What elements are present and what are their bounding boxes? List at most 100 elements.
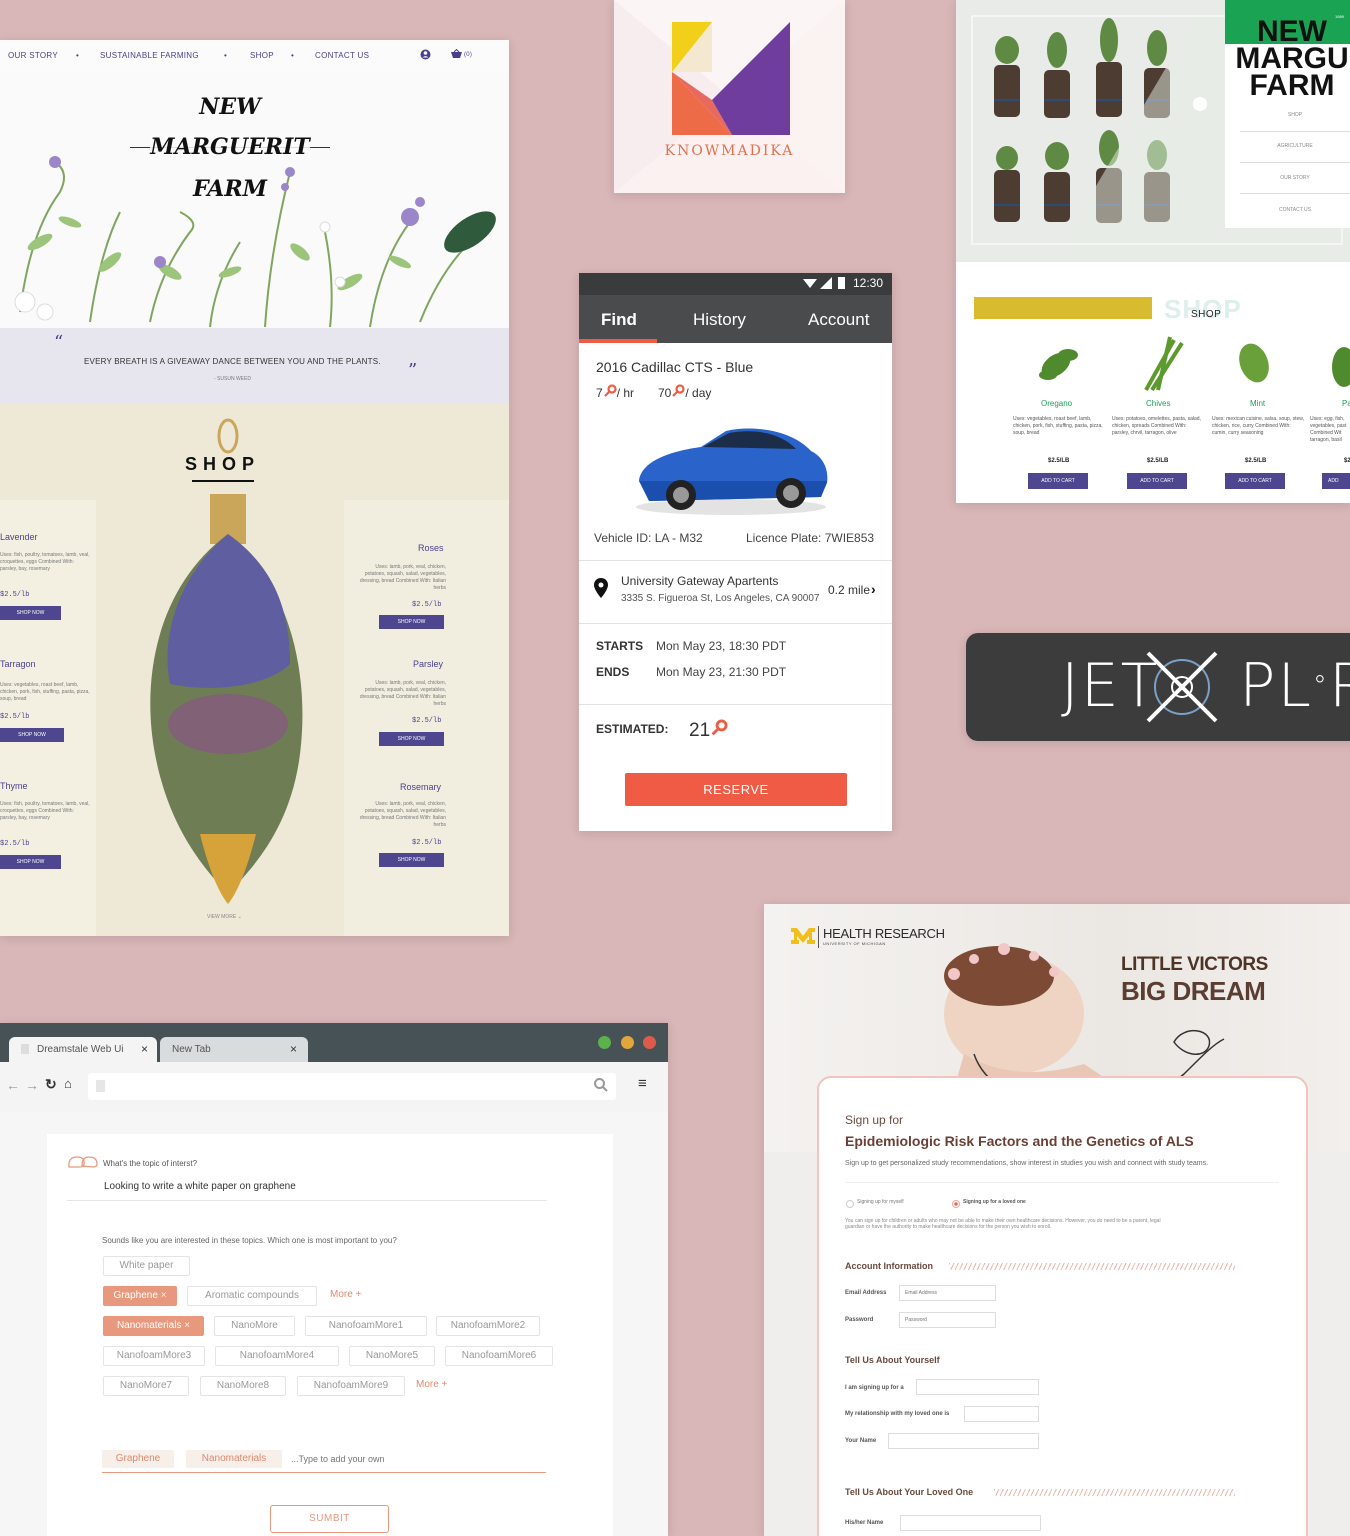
green-farm-website: 1989 NEW MARGU FARM SHOP AGRICULTURE OUR… [956,0,1350,503]
close-icon[interactable]: × [290,1042,297,1056]
forward-arrow-icon[interactable]: → [25,1077,39,1093]
tab-account[interactable]: Account [808,310,869,330]
topic-chip-selected[interactable]: Nanomaterials × [103,1316,204,1336]
headline-line1: LITTLE VICTORS [1121,954,1268,975]
loved-one-heading: Tell Us About Your Loved One [845,1487,974,1497]
product-desc: Uses: egg, fish, vegetables, past Combin… [1310,416,1347,443]
location-distance: 0.2 mile [828,583,871,597]
add-topic-underline [102,1472,546,1473]
topic-chip[interactable]: NanofoamMore9 [297,1376,405,1396]
selected-topic-tag[interactable]: Nanomaterials [186,1450,282,1468]
topic-chip[interactable]: NanofoamMore2 [436,1316,540,1336]
topic-chip[interactable]: Aromatic compounds [187,1286,317,1306]
university-m-logo-icon [791,926,815,946]
address-bar[interactable] [88,1073,616,1100]
user-icon[interactable] [420,49,431,62]
close-icon[interactable]: × [141,1042,148,1056]
tab-find-indicator [579,339,657,343]
logo-subtitle: UNIVERSITY OF MICHIGAN [823,941,886,946]
more-topics-link[interactable]: More + [416,1376,466,1394]
signing-for-field[interactable] [916,1379,1039,1395]
add-to-cart-button[interactable]: ADD TO CART [1225,473,1285,489]
location-name: University Gateway Apartents [621,574,779,588]
product-price: $2.5/lb [412,601,442,609]
shop-now-button[interactable]: SHOP NOW [379,853,444,867]
green-farm-menu-agriculture[interactable]: AGRICULTURE [1240,143,1350,149]
shop-now-button[interactable]: SHOP NOW [379,615,444,629]
email-field[interactable] [899,1285,996,1301]
shop-now-button[interactable]: SHOP NOW [379,732,444,746]
menu-icon[interactable]: ≡ [638,1075,647,1092]
shop-now-button[interactable]: SHOP NOW [0,855,61,869]
shop-title-rule [192,480,254,482]
green-farm-title-line2: MARGU [1235,42,1349,75]
browser-tab-active[interactable]: Dreamstale Web Ui × [9,1037,157,1062]
his-her-name-field[interactable] [900,1515,1041,1531]
radio-myself[interactable] [846,1200,854,1208]
selected-topic-tag[interactable]: Graphene [102,1450,174,1468]
nav-our-story[interactable]: OUR STORY [8,51,58,60]
add-to-cart-button[interactable]: ADD [1322,473,1350,489]
nav-sustainable[interactable]: SUSTAINABLE FARMING [100,51,199,60]
product-name: Chives [1146,399,1171,408]
key-icon [671,384,685,401]
tab-find[interactable]: Find [601,310,637,330]
nav-contact[interactable]: CONTACT US [315,51,369,60]
lavender-bouquet-image [150,418,303,904]
add-to-cart-button[interactable]: ADD TO CART [1127,473,1187,489]
close-dot-icon[interactable] [643,1036,656,1049]
your-name-field[interactable] [888,1433,1039,1449]
nav-shop[interactable]: SHOP [250,51,274,60]
topic-chip[interactable]: NanoMore8 [200,1376,286,1396]
license-plate: Licence Plate: 7WIE853 [746,531,875,545]
product-desc: Uses: vegetables, roast beef, lamb, chic… [0,682,90,702]
topic-chip[interactable]: NanofoamMore4 [215,1346,339,1366]
more-topics-link[interactable]: More + [330,1286,380,1304]
chat-bubbles-icon [67,1154,99,1174]
topic-chip[interactable]: NanofoamMore6 [445,1346,553,1366]
topic-chip[interactable]: NanoMore [214,1316,295,1336]
reload-icon[interactable]: ↻ [45,1076,57,1093]
topic-chip[interactable]: White paper [103,1256,190,1276]
maximize-dot-icon[interactable] [598,1036,611,1049]
tab-title: New Tab [172,1044,211,1055]
password-field[interactable] [899,1312,996,1328]
cart-icon[interactable] [450,48,463,61]
browser-tab-inactive[interactable]: New Tab × [160,1037,308,1062]
topics-prompt: Sounds like you are interested in these … [102,1236,397,1245]
home-icon[interactable]: ⌂ [64,1076,72,1091]
green-farm-menu-contact[interactable]: CONTACT US [1240,207,1350,213]
relationship-field[interactable] [964,1406,1039,1422]
shop-now-button[interactable]: SHOP NOW [0,728,64,742]
add-to-cart-button[interactable]: ADD TO CART [1028,473,1088,489]
topic-chip[interactable]: NanofoamMore3 [103,1346,205,1366]
menu-divider [1240,131,1350,132]
radio-loved-one[interactable] [952,1200,960,1208]
reserve-button[interactable]: RESERVE [625,773,847,806]
product-name: Pa [1342,399,1350,408]
propeller-x-icon [1146,651,1218,723]
topic-chip-selected[interactable]: Graphene × [103,1286,177,1306]
add-topic-input[interactable] [291,1450,491,1468]
view-more-link[interactable]: VIEW MORE ⌄ [207,914,242,920]
product-price: $2.5/LB [1048,458,1070,464]
topic-chip[interactable]: NanoMore5 [349,1346,435,1366]
topic-form: What's the topic of interst? Looking to … [47,1134,613,1536]
rate-per-day: 70 / day [658,384,711,401]
location-row[interactable]: University Gateway Apartents 3335 S. Fig… [579,561,892,623]
shop-now-button[interactable]: SHOP NOW [0,606,61,620]
product-price: $2.5/LB [1147,458,1169,464]
submit-button[interactable]: SUMBIT [270,1505,389,1533]
tab-history[interactable]: History [693,310,746,330]
search-icon[interactable] [594,1078,608,1097]
nav-sep: • [291,51,295,60]
green-farm-menu-story[interactable]: OUR STORY [1240,175,1350,181]
topic-chip[interactable]: NanofoamMore1 [305,1316,427,1336]
topic-chip[interactable]: NanoMore7 [103,1376,189,1396]
product-price: $2.5/lb [0,713,30,721]
green-farm-title: NEW MARGU FARM [1167,17,1350,101]
green-farm-menu-shop[interactable]: SHOP [1240,112,1350,118]
back-arrow-icon[interactable]: ← [6,1077,20,1093]
topic-answer[interactable]: Looking to write a white paper on graphe… [104,1181,296,1192]
minimize-dot-icon[interactable] [621,1036,634,1049]
